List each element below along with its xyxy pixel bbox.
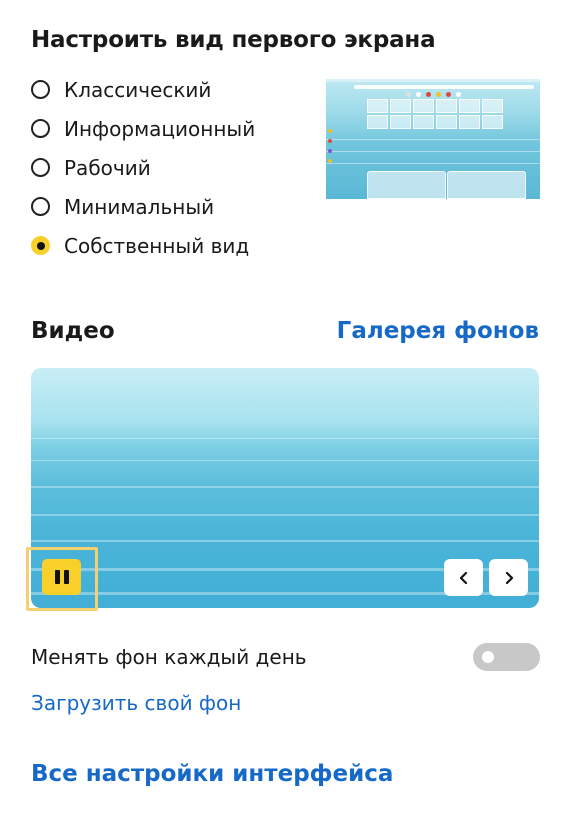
all-interface-settings-link[interactable]: Все настройки интерфейса [31,761,393,787]
chevron-left-icon [459,571,467,584]
radio-button[interactable] [31,236,50,255]
radio-label: Минимальный [64,194,215,219]
radio-option-informational[interactable]: Информационный [31,109,255,148]
layout-preview-thumbnail [326,79,540,199]
radio-button[interactable] [31,158,50,177]
previous-video-button[interactable] [444,559,483,596]
pause-icon [54,570,60,584]
pause-button[interactable] [42,559,81,595]
radio-option-classic[interactable]: Классический [31,70,255,109]
layout-options: Классический Информационный Рабочий Мини… [31,70,255,265]
section-title: Настроить вид первого экрана [31,27,436,53]
radio-label: Информационный [64,116,256,141]
radio-label: Классический [64,77,212,102]
gallery-link[interactable]: Галерея фонов [337,318,539,344]
radio-button[interactable] [31,119,50,138]
next-video-button[interactable] [489,559,528,596]
radio-button[interactable] [31,80,50,99]
radio-label: Собственный вид [64,233,250,258]
radio-option-minimal[interactable]: Минимальный [31,187,255,226]
radio-label: Рабочий [64,155,151,180]
radio-button[interactable] [31,197,50,216]
toggle-knob [482,651,494,663]
daily-background-toggle[interactable] [473,643,540,671]
video-heading: Видео [31,318,115,344]
upload-background-link[interactable]: Загрузить свой фон [31,691,241,715]
chevron-right-icon [505,571,513,584]
radio-option-custom[interactable]: Собственный вид [31,226,255,265]
daily-background-label: Менять фон каждый день [31,645,307,669]
radio-option-work[interactable]: Рабочий [31,148,255,187]
